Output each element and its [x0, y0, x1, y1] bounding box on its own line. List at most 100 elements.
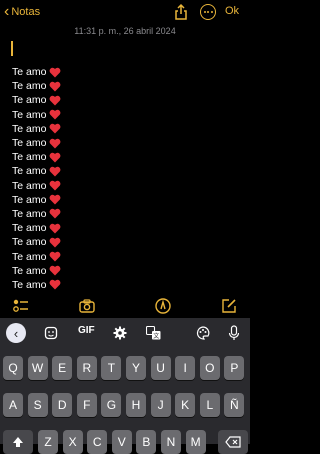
note-body[interactable]: Te amo Te amo Te amo Te amo Te amo Te amo Te a…	[12, 65, 61, 292]
backspace-icon	[225, 436, 241, 448]
svg-text:文: 文	[153, 332, 159, 340]
note-line: Te amo	[12, 108, 61, 122]
key-h[interactable]: H	[126, 393, 146, 417]
key-e[interactable]: E	[52, 356, 73, 380]
note-line: Te amo	[12, 93, 61, 107]
heart-icon	[50, 280, 61, 290]
note-line: Te amo	[12, 122, 61, 136]
key-i[interactable]: I	[175, 356, 196, 380]
note-line: Te amo	[12, 278, 61, 292]
note-line-text: Te amo	[12, 236, 47, 249]
key-d[interactable]: D	[52, 393, 73, 417]
note-line-text: Te amo	[12, 250, 47, 263]
key-t[interactable]: T	[101, 356, 122, 380]
key-b[interactable]: B	[136, 430, 157, 454]
key-m[interactable]: M	[185, 430, 206, 454]
note-line-text: Te amo	[12, 207, 47, 220]
more-options-icon[interactable]	[200, 4, 216, 20]
done-button[interactable]: Ok	[225, 5, 239, 17]
note-line-text: Te amo	[12, 66, 47, 79]
key-f[interactable]: F	[76, 393, 97, 417]
heart-icon	[50, 152, 61, 163]
share-icon[interactable]	[172, 3, 190, 21]
note-line: Te amo	[12, 136, 61, 150]
key-j[interactable]: J	[150, 393, 171, 417]
heart-icon	[50, 180, 61, 191]
heart-icon	[50, 67, 61, 78]
key-k[interactable]: K	[175, 393, 196, 417]
note-line-text: Te amo	[12, 165, 47, 178]
sticker-icon[interactable]	[44, 326, 58, 340]
key-n[interactable]: N	[161, 430, 181, 454]
heart-icon	[50, 251, 61, 262]
key-r[interactable]: R	[76, 356, 97, 380]
heart-icon	[50, 166, 61, 177]
compose-icon[interactable]	[220, 297, 238, 315]
mic-icon[interactable]	[228, 325, 240, 341]
keyboard: ‹ GIF 文 QWERTYUIOP ASDFGHJKLÑ ZXCVBNM	[0, 318, 250, 454]
heart-icon	[50, 237, 61, 248]
note-line: Te amo	[12, 249, 61, 263]
key-a[interactable]: A	[3, 393, 23, 417]
markup-icon[interactable]	[154, 297, 172, 315]
key-p[interactable]: P	[224, 356, 245, 380]
settings-icon[interactable]	[113, 326, 127, 340]
note-line: Te amo	[12, 207, 61, 221]
shift-key[interactable]	[3, 430, 33, 454]
key-s[interactable]: S	[27, 393, 48, 417]
note-line: Te amo	[12, 179, 61, 193]
heart-icon	[50, 109, 61, 120]
note-line: Te amo	[12, 150, 61, 164]
note-line-text: Te amo	[12, 278, 47, 291]
chevron-left-icon: ‹	[4, 3, 10, 20]
key-z[interactable]: Z	[38, 430, 58, 454]
heart-icon	[50, 266, 61, 276]
heart-icon	[50, 195, 61, 205]
palette-icon[interactable]	[196, 326, 210, 340]
heart-icon	[50, 138, 61, 149]
keyboard-suggestion-bar: ‹ GIF 文	[0, 318, 250, 348]
key-c[interactable]: C	[87, 430, 108, 454]
back-icon[interactable]: ‹	[6, 323, 26, 343]
navigation-bar: ‹ Notas Ok	[0, 0, 250, 24]
note-date: 11:31 p. m., 26 abril 2024	[74, 26, 176, 36]
back-button[interactable]: ‹ Notas	[4, 3, 40, 21]
backspace-key[interactable]	[218, 430, 248, 454]
note-line: Te amo	[12, 264, 61, 278]
note-line-text: Te amo	[12, 108, 47, 121]
note-line-text: Te amo	[12, 122, 47, 135]
key-l[interactable]: L	[199, 393, 220, 417]
note-line-text: Te amo	[12, 80, 47, 93]
checklist-icon[interactable]	[12, 297, 30, 315]
note-line-text: Te amo	[12, 222, 47, 235]
note-line-text: Te amo	[12, 151, 47, 164]
key-v[interactable]: V	[111, 430, 132, 454]
note-line: Te amo	[12, 193, 61, 207]
key-w[interactable]: W	[27, 356, 48, 380]
key-y[interactable]: Y	[126, 356, 146, 380]
note-line: Te amo	[12, 235, 61, 249]
key-g[interactable]: G	[101, 393, 122, 417]
note-line: Te amo	[12, 65, 61, 79]
gif-button[interactable]: GIF	[78, 325, 95, 336]
back-label: Notas	[11, 6, 41, 18]
note-line: Te amo	[12, 79, 61, 93]
key-q[interactable]: Q	[3, 356, 23, 380]
translate-icon[interactable]: 文	[146, 326, 161, 340]
note-line-text: Te amo	[12, 179, 47, 192]
heart-icon	[50, 81, 61, 92]
heart-icon	[50, 95, 61, 106]
key-u[interactable]: U	[150, 356, 171, 380]
note-line-text: Te amo	[12, 193, 47, 206]
key-x[interactable]: X	[62, 430, 83, 454]
note-line-text: Te amo	[12, 264, 47, 277]
note-line: Te amo	[12, 164, 61, 178]
key-ñ[interactable]: Ñ	[224, 393, 245, 417]
camera-icon[interactable]	[78, 297, 96, 315]
text-cursor	[11, 41, 13, 56]
bottom-toolbar	[0, 297, 250, 317]
note-line: Te amo	[12, 221, 61, 235]
key-o[interactable]: O	[199, 356, 220, 380]
heart-icon	[50, 209, 61, 219]
heart-icon	[50, 124, 61, 134]
